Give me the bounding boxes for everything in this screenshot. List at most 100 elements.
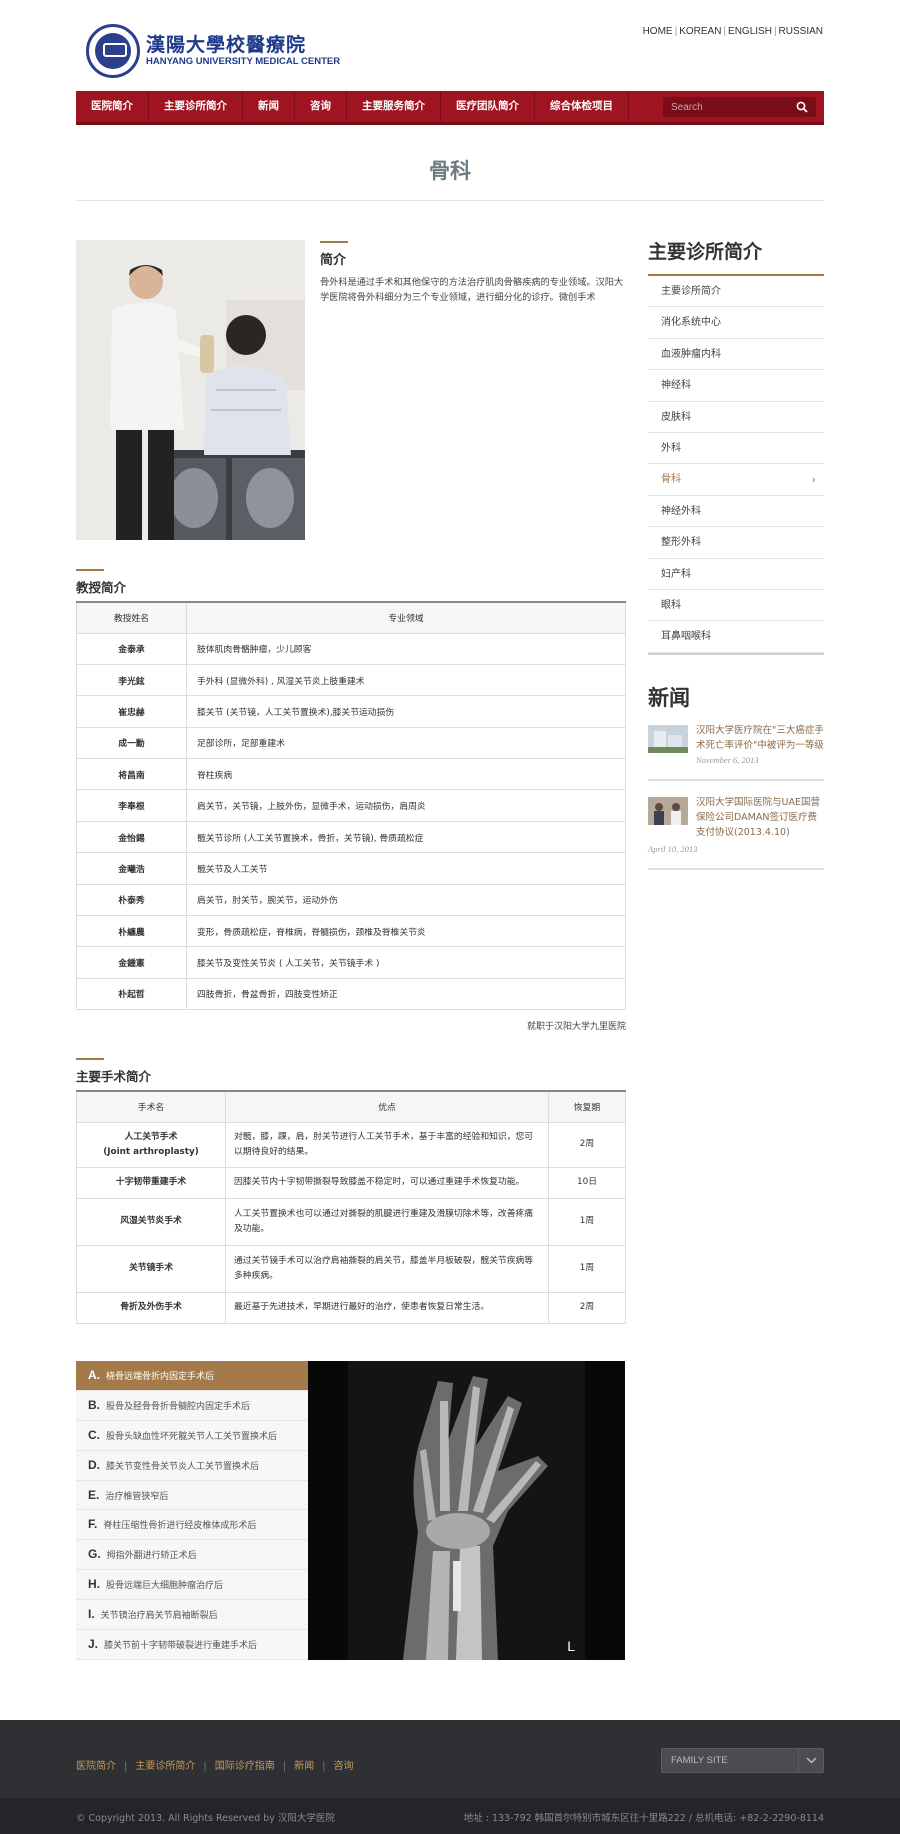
case-letter: B. (88, 1397, 100, 1412)
footer-link-clinics[interactable]: 主要诊所简介 (135, 1761, 195, 1772)
sidebar-item-ent[interactable]: 耳鼻咽喉科 (648, 621, 824, 653)
column-header-benefit: 优点 (225, 1090, 549, 1123)
xray-image: L (308, 1361, 625, 1660)
hanyang-logo[interactable]: 漢陽大學校醫療院 HANYANG UNIVERSITY MEDICAL CENT… (86, 24, 340, 80)
table-row: 金鍾憲 膝关节及变性关节炎 ( 人工关节，关节镜手术 ) (76, 946, 626, 979)
site-footer: 医院简介 | 主要诊所简介 | 国际诊疗指南 | 新闻 | 咨询 FAMILY SITE © C… (0, 1720, 900, 1834)
news-divider (648, 779, 824, 781)
professor-field: 手外科 (显微外科) , 风湿关节炎上肢重建术 (186, 663, 626, 697)
case-gallery: A. 桡骨远端骨折内固定手术后 B. 股骨及胫骨骨折骨髓腔内固定手术后 C. 股骨头缺… (76, 1361, 625, 1660)
lang-link-russian[interactable]: RUSSIAN (779, 26, 823, 37)
sidebar-item-neurosurgery[interactable]: 神经外科 (648, 496, 824, 528)
sidebar-item-label: 骨科 (661, 474, 681, 486)
lang-link-home[interactable]: HOME (643, 26, 673, 37)
family-site-select[interactable]: FAMILY SITE (661, 1748, 824, 1773)
case-label: 治疗椎管狭窄后 (105, 1491, 169, 1502)
table-row: 崔忠赫 膝关节 (关节镜，人工关节置换术),膝关节运动损伤 (76, 695, 626, 728)
case-item[interactable]: C. 股骨头缺血性坏死髋关节人工关节置换术后 (76, 1421, 308, 1451)
case-label: 膝关节变性骨关节炎人工关节置换术后 (106, 1461, 260, 1472)
surgery-description: 通过关节镜手术可以治疗肩袖撕裂的肩关节，膝盖半月板破裂，髋关节疾病等多种疾病。 (225, 1244, 549, 1293)
lang-link-korean[interactable]: KOREAN (679, 26, 721, 37)
table-row: 骨折及外伤手术 最近基于先进技术，早期进行最好的治疗，使患者恢复日常生活。 2周 (76, 1291, 626, 1324)
sidebar-item-clinics[interactable]: 主要诊所简介 (648, 276, 824, 308)
search-icon[interactable] (796, 101, 808, 113)
case-label: 膝关节前十字韧带破裂进行重建手术后 (104, 1641, 258, 1652)
case-label: 股骨头缺血性坏死髋关节人工关节置换术后 (106, 1431, 278, 1442)
case-letter: D. (88, 1457, 100, 1472)
page-title: 骨科 (429, 159, 471, 183)
doctor-consultation-photo (76, 240, 305, 540)
footer-link-inquiry[interactable]: 咨询 (334, 1761, 354, 1772)
sidebar-item-digestive[interactable]: 消化系统中心 (648, 307, 824, 339)
news-thumbnail (648, 797, 688, 825)
column-header-recovery: 恢复期 (548, 1090, 626, 1123)
professor-name: 李光鉉 (76, 663, 187, 697)
table-row: 金曦浩 髋关节及人工关节 (76, 852, 626, 885)
xray-side-label: L (567, 1638, 575, 1654)
nav-item-clinics[interactable]: 主要诊所简介 (149, 91, 243, 122)
professor-field: 髋关节诊所 (人工关节置换术，骨折，关节镜), 骨质疏松症 (186, 820, 626, 854)
nav-item-medical-team[interactable]: 医疗团队简介 (441, 91, 535, 122)
nav-item-inquiry[interactable]: 咨询 (295, 91, 347, 122)
nav-item-checkup[interactable]: 综合体检项目 (535, 91, 629, 122)
footer-links: 医院简介 | 主要诊所简介 | 国际诊疗指南 | 新闻 | 咨询 (76, 1761, 354, 1772)
news-item[interactable]: 汉阳大学国际医院与UAE国营保险公司DAMAN签订医疗费支付协议(2013.4.… (648, 797, 824, 857)
professors-table: 教授姓名 专业领域 金泰承 肢体肌肉骨骼肿瘤，少儿顾客 李光鉉 手外科 (显微外科)… (76, 601, 626, 1011)
footer-link-news[interactable]: 新闻 (294, 1761, 314, 1772)
case-item[interactable]: I. 关节镜治疗肩关节肩袖断裂后 (76, 1600, 308, 1631)
recovery-period: 1周 (548, 1244, 626, 1293)
case-letter: G. (88, 1547, 101, 1562)
nav-item-services[interactable]: 主要服务简介 (347, 91, 441, 122)
news-headline[interactable]: 汉阳大学医疗院在"三大癌症手术死亡率评价"中被评为一等级 (696, 723, 824, 753)
sidebar-item-obstetrics[interactable]: 妇产科 (648, 559, 824, 590)
footer-link-hospital-intro[interactable]: 医院简介 (76, 1761, 116, 1772)
case-letter: H. (88, 1577, 100, 1592)
sidebar-item-plastic-surgery[interactable]: 整形外科 (648, 527, 824, 559)
case-item[interactable]: F. 脊柱压缩性骨折进行经皮椎体成形术后 (76, 1510, 308, 1541)
professor-field: 髋关节及人工关节 (186, 852, 626, 885)
professor-name: 朴泰秀 (76, 883, 187, 917)
footer-link-international-guide[interactable]: 国际诊疗指南 (215, 1761, 275, 1772)
surgery-name: 骨折及外伤手术 (76, 1291, 226, 1324)
professor-name: 成一勳 (76, 726, 187, 760)
table-header-row: 手术名 优点 恢复期 (76, 1090, 626, 1123)
case-item[interactable]: J. 膝关节前十字韧带破裂进行重建手术后 (76, 1630, 308, 1660)
nav-item-hospital-intro[interactable]: 医院简介 (76, 91, 149, 122)
surgeries-heading: 主要手术简介 (76, 1069, 152, 1084)
sidebar-item-neurology[interactable]: 神经科 (648, 370, 824, 402)
case-item[interactable]: B. 股骨及胫骨骨折骨髓腔内固定手术后 (76, 1391, 308, 1421)
surgery-description: 因膝关节内十字韧带撕裂导致膝盖不稳定时，可以通过重建手术恢复功能。 (225, 1166, 549, 1199)
table-row: 朴泰秀 肩关节，肘关节，腕关节，运动外伤 (76, 883, 626, 917)
search-input[interactable] (663, 97, 791, 117)
table-row: 成一勳 足部诊所，足部重建术 (76, 726, 626, 760)
surgeries-heading-accent (76, 1058, 104, 1060)
sidebar-item-orthopedics[interactable]: 骨科 › (648, 464, 824, 496)
professors-note: 就职于汉阳大学九里医院 (526, 1022, 626, 1032)
case-letter: J. (88, 1637, 99, 1652)
professor-name: 金曦浩 (76, 852, 187, 885)
search-box (663, 97, 816, 117)
sidebar-item-dermatology[interactable]: 皮肤科 (648, 402, 824, 433)
case-item[interactable]: D. 膝关节变性骨关节炎人工关节置换术后 (76, 1451, 308, 1481)
nav-item-news[interactable]: 新闻 (243, 91, 295, 122)
professor-name: 李奉根 (76, 789, 187, 822)
recovery-period: 1周 (548, 1197, 626, 1246)
case-item[interactable]: A. 桡骨远端骨折内固定手术后 (76, 1361, 316, 1391)
case-letter: C. (88, 1427, 100, 1442)
news-headline[interactable]: 汉阳大学国际医院与UAE国营保险公司DAMAN签订医疗费支付协议(2013.4.… (696, 795, 824, 840)
case-item[interactable]: E. 治疗椎管狭窄后 (76, 1481, 308, 1511)
chevron-down-icon (798, 1749, 823, 1772)
case-label: 拇指外翻进行矫正术后 (106, 1551, 197, 1562)
professor-name: 金泰承 (76, 632, 187, 665)
sidebar-item-surgery[interactable]: 外科 (648, 433, 824, 465)
lang-link-english[interactable]: ENGLISH (728, 26, 772, 37)
table-row: 李光鉉 手外科 (显微外科) , 风湿关节炎上肢重建术 (76, 663, 626, 697)
case-letter: F. (88, 1517, 98, 1532)
language-links: HOME | KOREAN | ENGLISH | RUSSIAN (642, 26, 823, 37)
case-item[interactable]: G. 拇指外翻进行矫正术后 (76, 1540, 308, 1571)
sidebar-item-ophthalmology[interactable]: 眼科 (648, 590, 824, 622)
news-item[interactable]: 汉阳大学医疗院在"三大癌症手术死亡率评价"中被评为一等级 November 6,… (648, 725, 824, 775)
case-item[interactable]: H. 股骨远端巨大细胞肿瘤治疗后 (76, 1570, 308, 1601)
sidebar-item-hemato-oncology[interactable]: 血液肿瘤内科 (648, 339, 824, 371)
recovery-period: 2周 (548, 1291, 626, 1324)
